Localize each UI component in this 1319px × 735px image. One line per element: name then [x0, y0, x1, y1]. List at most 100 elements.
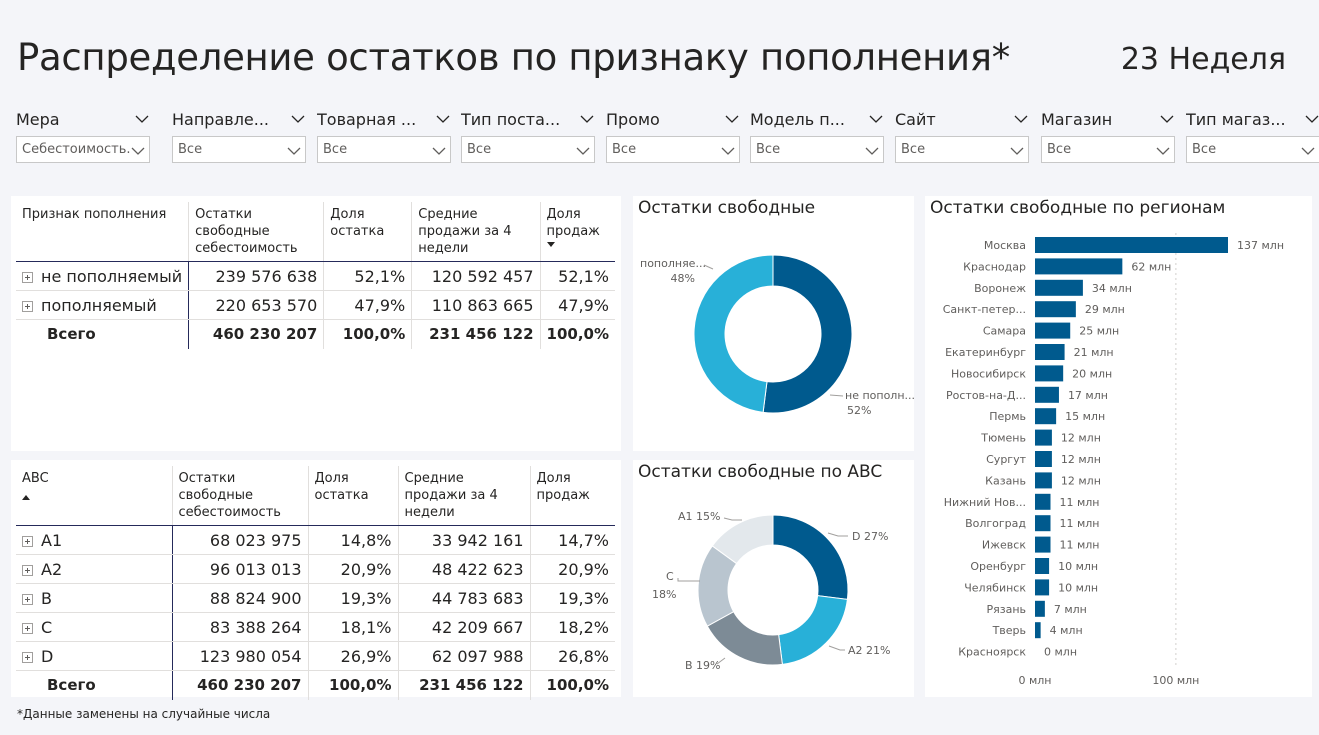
col-header-share[interactable]: Доля остатка	[307, 466, 398, 526]
slicer-label: Тип поста...	[461, 109, 561, 129]
chevron-down-icon[interactable]	[724, 111, 740, 127]
bar[interactable]	[1035, 322, 1071, 339]
bar[interactable]	[1035, 258, 1123, 275]
bar[interactable]	[1035, 386, 1059, 403]
bar[interactable]	[1035, 344, 1065, 360]
row-header[interactable]: A1	[16, 525, 173, 555]
bar[interactable]	[1035, 429, 1052, 446]
donut-slice-пополняе...[interactable]	[693, 254, 774, 413]
bar[interactable]	[1035, 536, 1051, 553]
slicer-dropdown[interactable]: Все	[895, 136, 1029, 163]
table-row[interactable]: A1 68 023 975 14,8% 33 942 161 14,7%	[16, 525, 615, 555]
chevron-down-icon[interactable]	[579, 111, 595, 127]
table-row[interactable]: A2 96 013 013 20,9% 48 422 623 20,9%	[16, 554, 615, 584]
slicer-dropdown[interactable]: Все	[750, 136, 884, 163]
col-header-name[interactable]: Признак пополнения	[16, 202, 189, 262]
col-header-sales-share[interactable]: Доля продаж	[539, 202, 615, 262]
expand-icon[interactable]	[22, 622, 33, 634]
category-label: Краснодар	[963, 260, 1026, 273]
table-row[interactable]: C 83 388 264 18,1% 42 209 667 18,2%	[16, 612, 615, 642]
expand-icon[interactable]	[22, 271, 33, 283]
bar[interactable]	[1035, 451, 1052, 467]
slice-label: B 19%	[685, 659, 721, 672]
table-row[interactable]: не пополняемый 239 576 638 52,1% 120 592 45…	[16, 261, 615, 291]
chevron-down-icon	[1156, 140, 1170, 159]
row-header[interactable]: A2	[16, 554, 173, 584]
slicer-dropdown[interactable]: Все	[1186, 136, 1319, 163]
donut-abc-chart: D 27% A2 21% B 19% C 18% A1 15%	[652, 510, 890, 672]
chevron-down-icon[interactable]	[1013, 111, 1029, 127]
slicer-dropdown[interactable]: Себестоимость...	[16, 136, 150, 163]
slicer-dropdown[interactable]: Все	[1041, 136, 1175, 163]
category-label: Челябинск	[964, 581, 1026, 594]
abc-table-panel: ABC Остатки свободные себестоимость Доля…	[11, 460, 621, 700]
chevron-down-icon[interactable]	[868, 111, 884, 127]
donut-slice-не пополн...[interactable]	[762, 254, 853, 414]
category-label: Ростов-на-Д...	[946, 389, 1026, 402]
slicer-header[interactable]: Тип магаз...	[1186, 108, 1319, 130]
slicer-dropdown[interactable]: Все	[606, 136, 740, 163]
chevron-down-icon[interactable]	[134, 111, 150, 127]
slicer-header[interactable]: Товарная ...	[317, 108, 451, 130]
slicer-header[interactable]: Направле...	[172, 108, 306, 130]
bar[interactable]	[1035, 237, 1228, 253]
category-label: Рязань	[986, 603, 1026, 616]
chevron-down-icon[interactable]	[435, 111, 451, 127]
table-row[interactable]: пополняемый 220 653 570 47,9% 110 863 665 47…	[16, 290, 615, 320]
slice-label: пополняе...	[640, 257, 706, 270]
category-label: Казань	[985, 474, 1026, 487]
bar[interactable]	[1035, 600, 1045, 617]
slicer-header[interactable]: Тип поста...	[461, 108, 595, 130]
table-row[interactable]: B 88 824 900 19,3% 44 783 683 19,3%	[16, 583, 615, 613]
chevron-down-icon[interactable]	[1304, 111, 1319, 127]
slicer-header[interactable]: Промо	[606, 108, 740, 130]
expand-icon[interactable]	[22, 300, 33, 312]
bar[interactable]	[1035, 515, 1051, 532]
bar[interactable]	[1035, 622, 1041, 639]
col-header-sales-share[interactable]: Доля продаж	[529, 466, 615, 526]
slice-label: A2 21%	[848, 644, 890, 657]
row-header[interactable]: C	[16, 612, 173, 642]
chevron-down-icon[interactable]	[1159, 111, 1175, 127]
value-label: 10 млн	[1058, 581, 1098, 594]
bar[interactable]	[1035, 279, 1083, 296]
cell-sales: 62 097 988	[397, 641, 530, 671]
row-header[interactable]: пополняемый	[16, 290, 190, 320]
row-header[interactable]: не пополняемый	[16, 261, 190, 291]
bar[interactable]	[1035, 408, 1057, 425]
slicer-dropdown[interactable]: Все	[172, 136, 306, 163]
donut-slice-A2[interactable]	[778, 595, 848, 665]
expand-icon[interactable]	[22, 535, 33, 547]
table-row[interactable]: D 123 980 054 26,9% 62 097 988 26,8%	[16, 641, 615, 671]
bar[interactable]	[1035, 301, 1076, 318]
cell-sales-share: 47,9%	[539, 290, 615, 320]
bar[interactable]	[1035, 579, 1050, 596]
bar[interactable]	[1035, 558, 1050, 574]
slicer-header[interactable]: Мера	[16, 108, 150, 130]
slicer-header[interactable]: Сайт	[895, 108, 1029, 130]
col-header-sales[interactable]: Средние продажи за 4 недели	[397, 466, 530, 526]
bar[interactable]	[1035, 365, 1064, 382]
bar[interactable]	[1035, 493, 1051, 510]
row-header[interactable]: B	[16, 583, 173, 613]
replenishment-table-panel: Признак пополнения Остатки свободные себ…	[11, 196, 621, 451]
donut-slice-D[interactable]	[772, 514, 849, 600]
slicer-dropdown[interactable]: Все	[461, 136, 595, 163]
slicer-header[interactable]: Магазин	[1041, 108, 1175, 130]
col-header-share[interactable]: Доля остатка	[323, 202, 412, 262]
col-header-stock[interactable]: Остатки свободные себестоимость	[171, 466, 308, 526]
chevron-down-icon[interactable]	[290, 111, 306, 127]
total-sales-share: 100,0%	[529, 670, 615, 700]
col-header-stock[interactable]: Остатки свободные себестоимость	[188, 202, 324, 262]
expand-icon[interactable]	[22, 651, 33, 663]
slicer-dropdown[interactable]: Все	[317, 136, 451, 163]
bar[interactable]	[1035, 472, 1052, 489]
row-header[interactable]: D	[16, 641, 173, 671]
slicer-header[interactable]: Модель п...	[750, 108, 884, 130]
slicer-label: Промо	[606, 109, 660, 129]
expand-icon[interactable]	[22, 593, 33, 605]
category-label: Ижевск	[982, 539, 1026, 552]
col-header-abc[interactable]: ABC	[16, 466, 172, 526]
expand-icon[interactable]	[22, 564, 33, 576]
col-header-sales[interactable]: Средние продажи за 4 недели	[411, 202, 541, 262]
